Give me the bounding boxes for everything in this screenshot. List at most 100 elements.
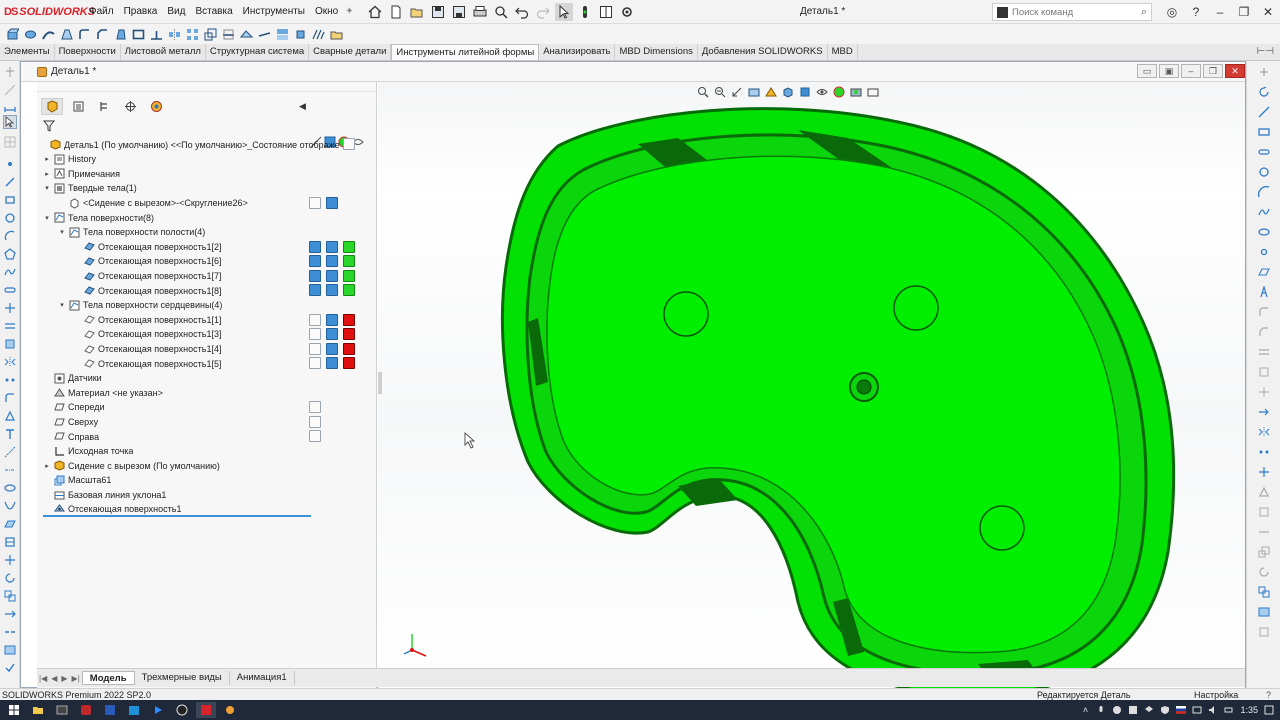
relations-icon[interactable] [3,409,17,423]
scale-icon[interactable] [202,26,218,42]
tree-node[interactable]: ▾ Твердые тела(1) [43,181,137,196]
convert-entities-icon[interactable] [3,337,17,351]
move-entities-icon[interactable] [3,553,17,567]
tree-node[interactable]: Отсекающая поверхность1[2] [73,240,221,255]
file-properties-icon[interactable] [597,3,615,21]
sketch-slot-icon[interactable] [1253,145,1275,159]
save-as-icon[interactable] [450,3,468,21]
display-state-cell[interactable] [326,196,338,209]
tray-battery-icon[interactable] [1224,705,1234,715]
rectangle-icon[interactable] [3,193,17,207]
linear-pattern-icon[interactable] [3,373,17,387]
display-state-cell[interactable] [343,328,355,341]
tab-model[interactable]: Модель [81,671,135,685]
sketch-check-icon[interactable] [1253,625,1275,639]
dimxpert-tab-icon[interactable] [119,98,141,115]
tree-node[interactable]: Базовая линия уклона1 [43,488,166,503]
select-tool-icon[interactable] [3,115,17,129]
ellipse-icon[interactable] [3,481,17,495]
tab-last-icon[interactable]: ▶| [72,674,80,683]
shutoff-surface-icon[interactable] [238,26,254,42]
display-state-cell[interactable] [309,313,321,326]
display-state-cell[interactable] [343,240,355,253]
tab-sheet-metal[interactable]: Листовой металл [121,44,206,60]
point-icon[interactable] [3,157,17,171]
display-state-cell[interactable] [343,255,355,268]
search-commands-field[interactable]: Поиск команд ⌕ [992,3,1152,21]
sketch-rotate-icon[interactable] [1253,565,1275,579]
tooling-split-icon[interactable] [274,26,290,42]
menu-view[interactable]: Вид [162,0,190,24]
display-state-cell[interactable] [309,401,321,414]
tray-language-flag-icon[interactable] [1176,705,1187,715]
obs-icon[interactable] [172,702,192,718]
sketch-picture-icon[interactable] [3,643,17,657]
menu-edit[interactable]: Правка [119,0,163,24]
display-state-cell[interactable] [326,313,338,326]
menu-tools[interactable]: Инструменты [238,0,310,24]
tree-node[interactable]: Спереди [43,400,104,415]
sketch-convert-icon[interactable] [1253,365,1275,379]
arc-icon[interactable] [3,229,17,243]
sketch-spline-icon[interactable] [1253,205,1275,219]
ruled-surface-icon[interactable] [310,26,326,42]
menu-insert[interactable]: Вставка [190,0,237,24]
filter-icon[interactable] [43,120,55,132]
windows-start-icon[interactable] [4,702,24,718]
shell-icon[interactable] [130,26,146,42]
tree-node[interactable]: Справа [43,429,99,444]
sketch-text-icon[interactable] [1253,285,1275,299]
sketch-copy-icon[interactable] [1253,585,1275,599]
tab-animation[interactable]: Анимация1 [230,671,295,685]
search-icon[interactable]: ⌕ [1141,6,1147,19]
tree-node[interactable]: Отсекающая поверхность1[3] [73,327,221,342]
display-state-cell[interactable] [309,357,321,370]
menu-pin-icon[interactable]: ✦ [345,6,353,17]
smart-dimension-icon[interactable] [3,99,17,113]
fillet-icon[interactable] [76,26,92,42]
sketch-plane-icon[interactable] [1253,265,1275,279]
tray-network-icon[interactable] [1192,705,1202,715]
tab-evaluate[interactable]: Анализировать [539,44,616,60]
document-tab[interactable]: Деталь1 * [37,66,96,77]
construction-line-icon[interactable] [3,445,17,459]
polygon-icon[interactable] [3,247,17,261]
display-state-cell[interactable] [343,284,355,297]
sweep-icon[interactable] [40,26,56,42]
molded-part-model[interactable] [378,82,1245,688]
collapse-pane-icon[interactable]: ◀ [299,101,306,112]
circle-icon[interactable] [3,211,17,225]
sketch-fillet-icon[interactable] [1253,305,1275,319]
tree-node[interactable]: Отсекающая поверхность1[8] [73,283,221,298]
display-state-cell[interactable] [326,269,338,282]
tab-weldments[interactable]: Сварные детали [309,44,392,60]
pin-icon[interactable] [3,65,17,79]
tree-node[interactable]: ▾ Тела поверхности полости(4) [58,225,205,240]
grid-snap-icon[interactable] [3,135,17,149]
expand-toggle-icon[interactable]: ▸ [43,155,51,163]
offset-icon[interactable] [3,319,17,333]
sketch-trim-icon[interactable] [1253,385,1275,399]
tab-prev-icon[interactable]: ◀ [51,674,57,683]
display-state-cell[interactable] [343,269,355,282]
tree-root-part[interactable]: Деталь1 (По умолчанию) <<По умолчанию>_С… [39,137,340,152]
sketch-move-icon[interactable] [1253,465,1275,479]
red-app-icon[interactable] [76,702,96,718]
pattern-icon[interactable] [184,26,200,42]
extruded-boss-icon[interactable] [4,26,20,42]
solidworks-taskbar-icon[interactable] [196,702,216,718]
tree-node[interactable]: <Сидение с вырезом>-<Скругление26> [58,196,248,211]
tab-mbd-dimensions[interactable]: MBD Dimensions [615,44,698,60]
tab-mbd[interactable]: MBD [828,44,858,60]
loft-icon[interactable] [58,26,74,42]
expand-toggle-icon[interactable]: ▸ [43,170,51,178]
save-icon[interactable] [429,3,447,21]
home-icon[interactable] [366,3,384,21]
tray-chevron-icon[interactable]: ˄ [1080,705,1090,715]
tray-clock[interactable]: 1:35 [1240,705,1258,715]
tree-node[interactable]: ▸ History [43,152,96,167]
tree-node[interactable]: Датчики [43,371,102,386]
sketch-ellipse-icon[interactable] [1253,225,1275,239]
options-gear-icon[interactable] [618,3,636,21]
tab-next-icon[interactable]: ▶ [61,674,67,683]
